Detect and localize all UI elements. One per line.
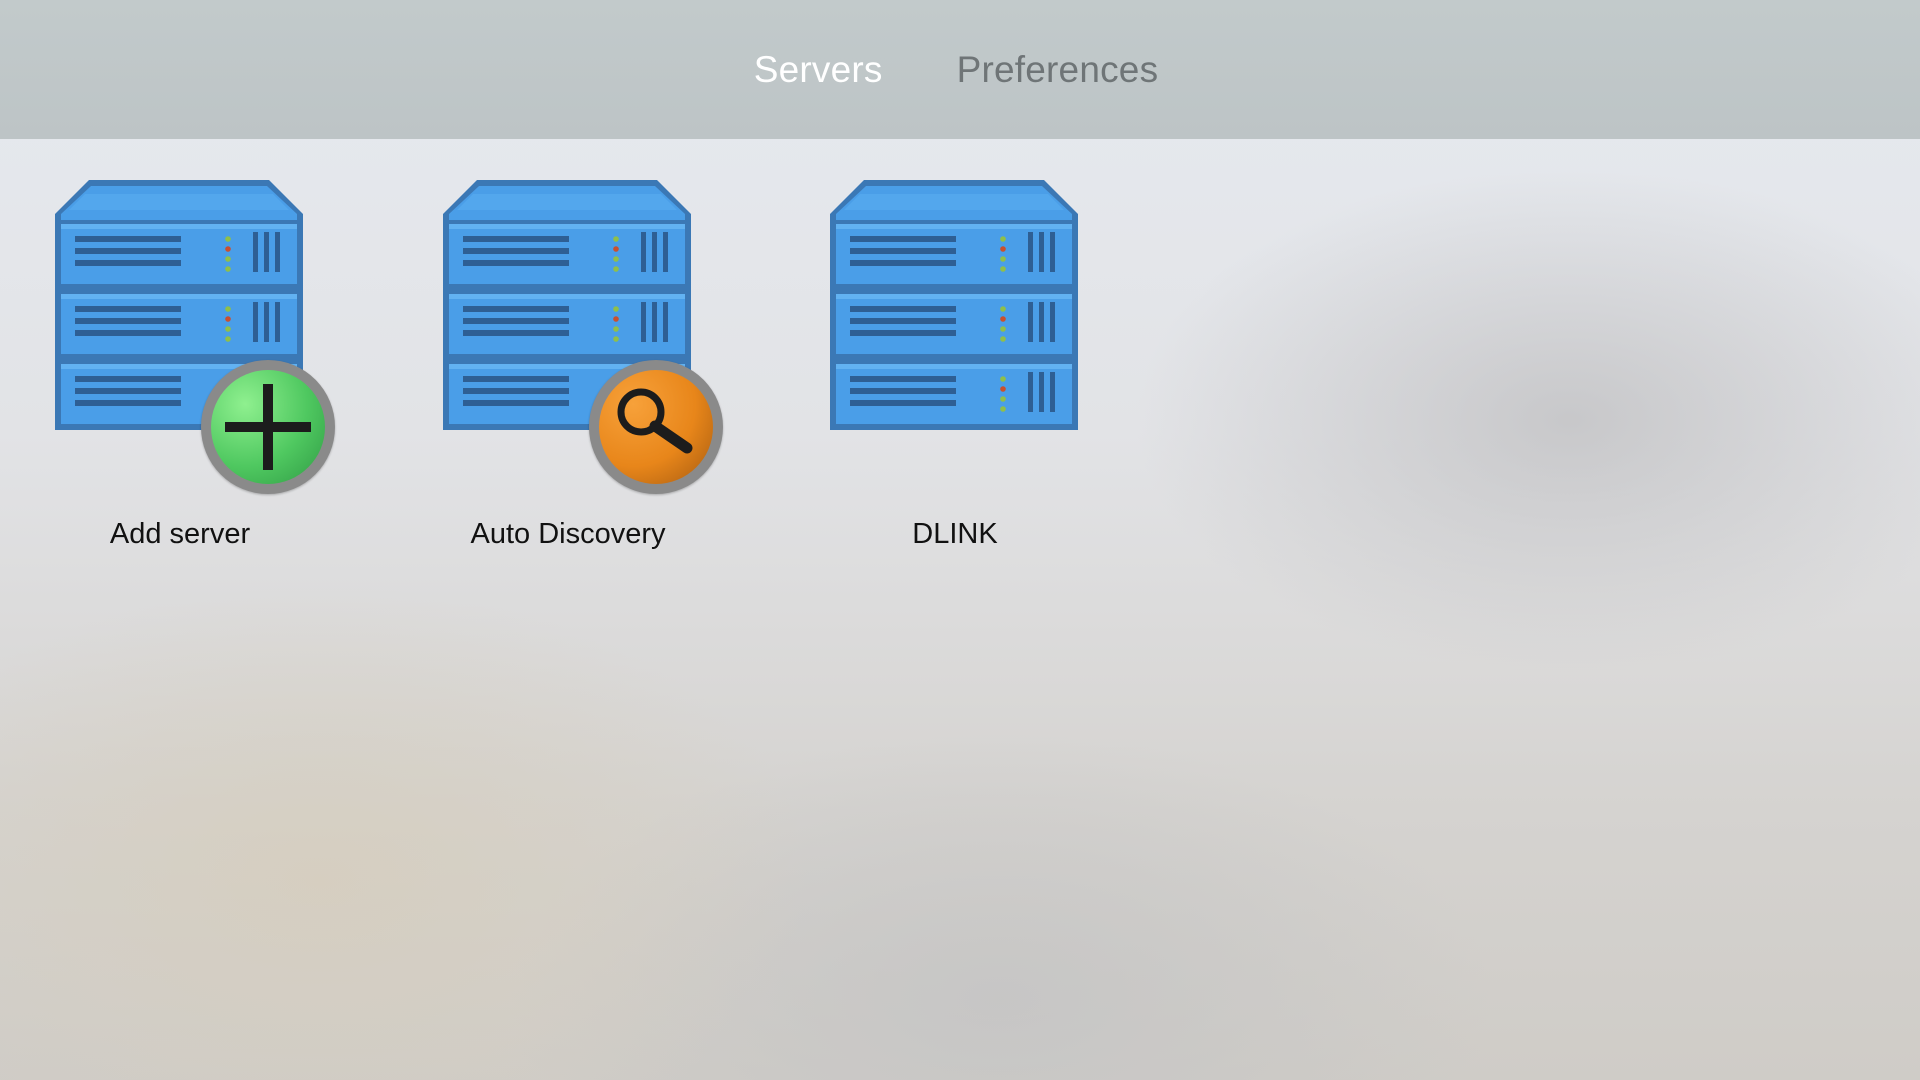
magnifier-icon	[617, 388, 693, 454]
add-server-tile[interactable]: Add server	[55, 180, 395, 600]
add-server-label: Add server	[109, 518, 251, 550]
server-grid: Add server Auto Discovery DLINK	[0, 0, 1920, 1080]
dlink-server-tile[interactable]: DLINK	[830, 180, 1170, 600]
server-rack-icon	[830, 180, 1078, 430]
dlink-label: DLINK	[912, 518, 998, 550]
auto-discovery-label: Auto Discovery	[470, 518, 666, 550]
plus-icon	[225, 384, 311, 470]
auto-discovery-tile[interactable]: Auto Discovery	[443, 180, 783, 600]
add-badge	[201, 360, 335, 494]
discovery-badge	[589, 360, 723, 494]
